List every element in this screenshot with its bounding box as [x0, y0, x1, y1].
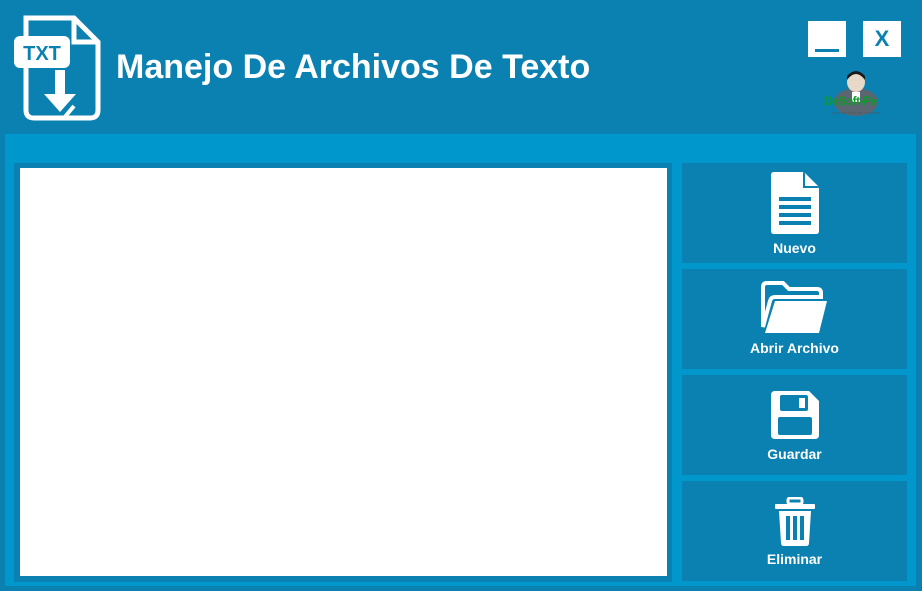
- text-editor[interactable]: [20, 168, 667, 576]
- save-label: Guardar: [767, 446, 822, 462]
- delete-button[interactable]: Eliminar: [682, 481, 907, 581]
- minimize-icon: [815, 48, 839, 52]
- brand-logo: DeSoft-Pe Aprende Mas con Nosotros: [818, 68, 890, 120]
- txt-icon-label: TXT: [23, 43, 61, 65]
- trash-icon: [774, 497, 815, 546]
- logo-text: DeSoft-Pe: [824, 94, 877, 108]
- title-bar: TXT Manejo De Archivos De Texto X DeSoft…: [0, 0, 922, 134]
- app-title: Manejo De Archivos De Texto: [116, 48, 591, 86]
- save-icon: [770, 391, 819, 439]
- minimize-button[interactable]: [808, 21, 846, 57]
- open-file-button[interactable]: Abrir Archivo: [682, 269, 907, 369]
- close-button[interactable]: X: [863, 21, 901, 57]
- logo-subtext: Aprende Mas con Nosotros: [832, 110, 881, 115]
- open-file-label: Abrir Archivo: [750, 340, 839, 356]
- folder-open-icon: [760, 281, 827, 333]
- delete-label: Eliminar: [766, 551, 823, 567]
- new-file-icon: [770, 172, 819, 234]
- new-file-label: Nuevo: [773, 240, 816, 256]
- save-button[interactable]: Guardar: [682, 375, 907, 475]
- new-file-button[interactable]: Nuevo: [682, 163, 907, 263]
- txt-file-download-icon: TXT: [14, 15, 101, 121]
